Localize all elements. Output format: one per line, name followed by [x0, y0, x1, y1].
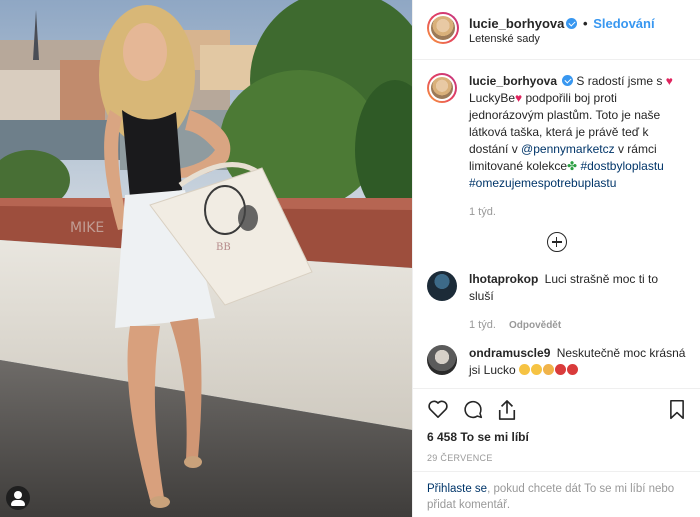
caption-username[interactable]: lucie_borhyova — [469, 74, 557, 88]
post-side-panel: lucie_borhyova • Sledování Letenské sady… — [412, 0, 700, 517]
mention-link[interactable]: @pennymarketcz — [521, 142, 615, 156]
red-heart-icon: ♥ — [515, 91, 523, 105]
avatar-image — [429, 14, 457, 42]
comment-text: lhotaprokop Luci strašně moc ti to sluší — [469, 271, 686, 305]
post-photo[interactable]: MIKE BB — [0, 0, 412, 517]
user-tags-button[interactable] — [6, 486, 30, 510]
bookmark-icon[interactable] — [668, 399, 686, 420]
user-icon-body — [11, 500, 25, 506]
verified-badge-icon — [566, 18, 578, 29]
like-count[interactable]: 6 458 To se mi líbí — [427, 430, 686, 444]
share-icon[interactable] — [497, 399, 517, 421]
caption-text-1: S radostí jsme s — [576, 74, 663, 88]
comment-time[interactable]: 1 týd. — [469, 319, 496, 331]
photo-illustration: MIKE BB — [0, 0, 412, 517]
post-actions: 6 458 To se mi líbí 29 ČERVENCE — [413, 388, 700, 463]
comment-text: ondramuscle9 Neskutečně moc krásná jsi L… — [469, 345, 686, 379]
login-link[interactable]: Přihlaste se — [427, 483, 487, 495]
hashtag-link[interactable]: #dostbyloplastu — [580, 159, 663, 173]
avatar-image — [429, 75, 455, 101]
commenter-avatar[interactable] — [427, 345, 457, 375]
location-link[interactable]: Letenské sady — [469, 33, 540, 45]
load-more-comments — [427, 232, 686, 255]
tote-logo-text: BB — [216, 242, 231, 253]
commenter-username[interactable]: ondramuscle9 — [469, 346, 550, 360]
post-date[interactable]: 29 ČERVENCE — [427, 453, 686, 463]
header-user-line: lucie_borhyova • Sledování — [469, 16, 655, 31]
caption: lucie_borhyova S radostí jsme s ♥ LuckyB… — [427, 73, 686, 218]
smiling-face-icon — [519, 364, 531, 375]
hashtag-link[interactable]: #omezujemespotrebuplastu — [469, 176, 616, 190]
login-prompt: Přihlaste se, pokud chcete dát To se mi … — [413, 471, 700, 517]
comments-list[interactable]: lucie_borhyova S radostí jsme s ♥ LuckyB… — [413, 61, 700, 387]
caption-time[interactable]: 1 týd. — [469, 206, 686, 218]
graffiti-text: MIKE — [70, 220, 104, 236]
reply-button[interactable]: Odpovědět — [509, 320, 561, 331]
action-icons — [427, 389, 686, 429]
verified-badge-icon — [562, 75, 574, 86]
commenter-avatar[interactable] — [427, 271, 457, 301]
separator-dot: • — [583, 16, 588, 31]
caption-text-2: LuckyBe — [469, 91, 516, 105]
post-header: lucie_borhyova • Sledování Letenské sady — [413, 0, 700, 60]
caption-text: lucie_borhyova S radostí jsme s ♥ LuckyB… — [469, 73, 686, 192]
follow-button[interactable]: Sledování — [593, 16, 654, 31]
comment-item: lhotaprokop Luci strašně moc ti to sluší… — [427, 271, 686, 331]
rose-icon — [567, 364, 579, 375]
four-leaf-clover-icon: ✤ — [567, 159, 578, 173]
comment-meta: 1 týd. Odpovědět — [469, 319, 686, 331]
thumbs-up-icon — [543, 364, 555, 375]
user-icon-head — [14, 491, 22, 499]
commenter-username[interactable]: lhotaprokop — [469, 272, 538, 286]
author-username[interactable]: lucie_borhyova — [469, 16, 564, 31]
rose-icon — [555, 364, 567, 375]
comment-icon[interactable] — [462, 399, 484, 420]
red-heart-icon: ♥ — [665, 74, 673, 88]
smiling-face-icon — [531, 364, 543, 375]
author-avatar[interactable] — [427, 12, 459, 44]
plus-circle-icon[interactable] — [546, 232, 567, 252]
comment-item: ondramuscle9 Neskutečně moc krásná jsi L… — [427, 345, 686, 379]
caption-avatar[interactable] — [427, 73, 457, 103]
heart-icon[interactable] — [427, 399, 449, 419]
